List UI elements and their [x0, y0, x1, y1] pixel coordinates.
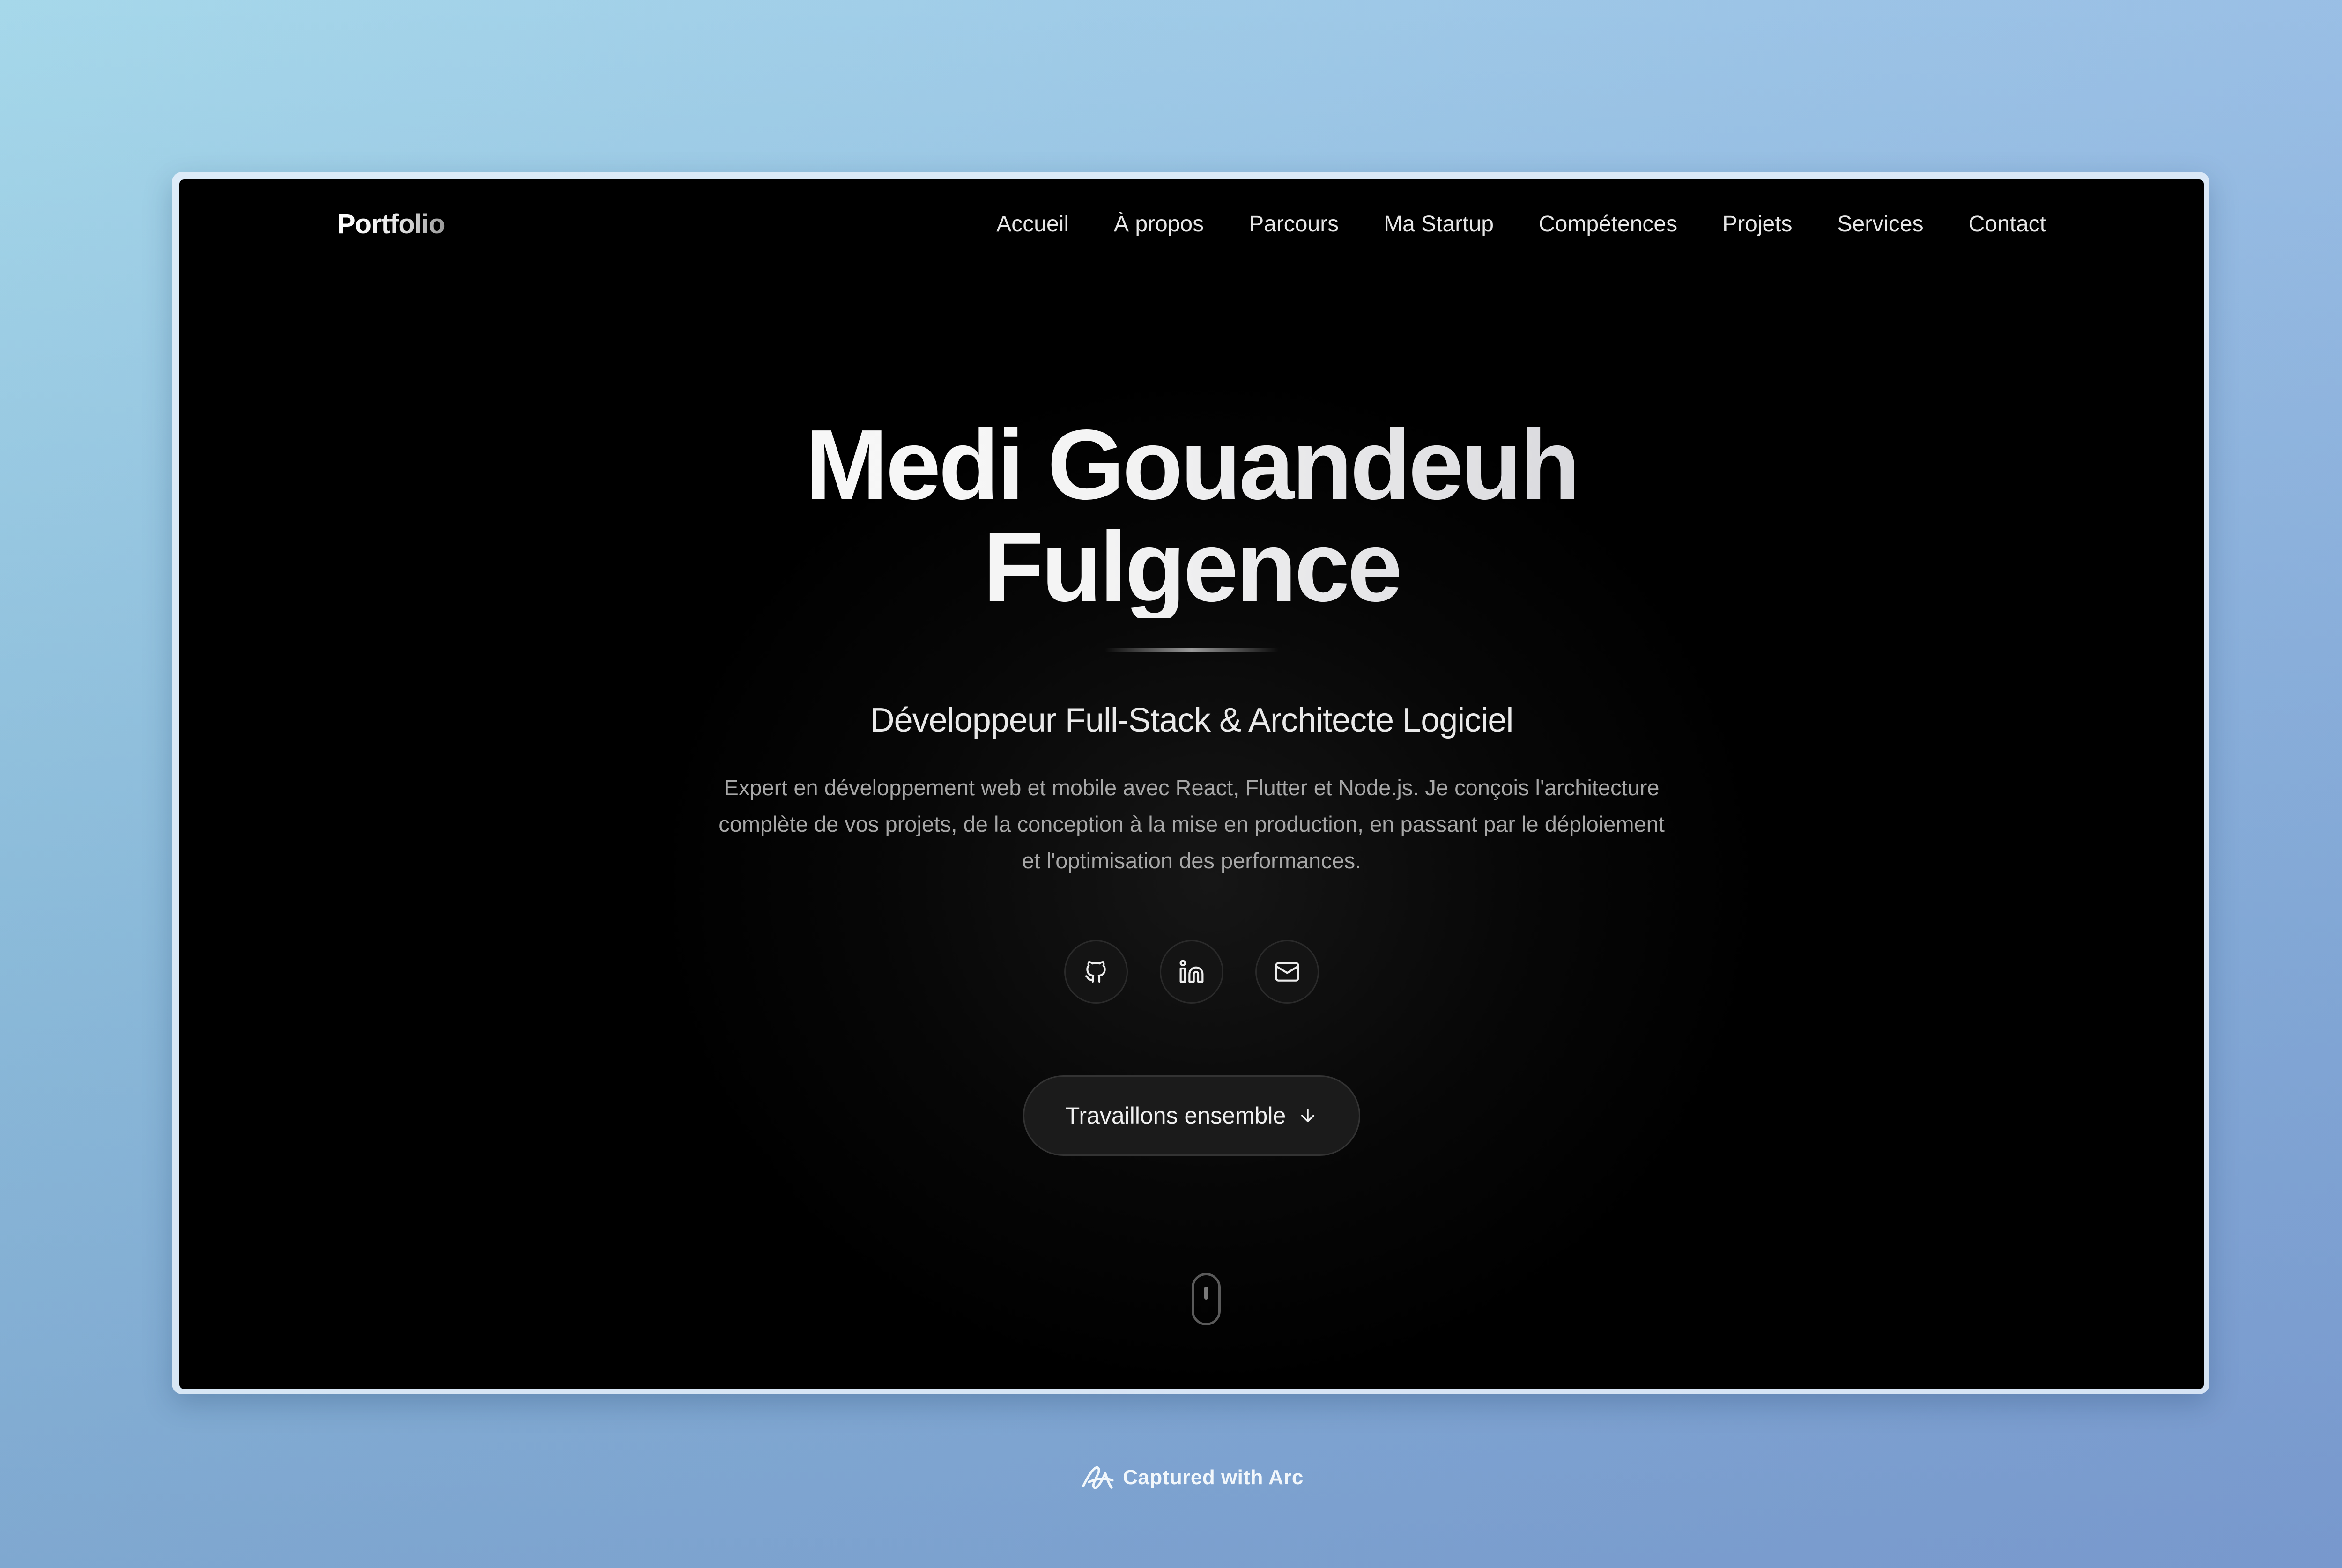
hero-description: Expert en développement web et mobile av…	[719, 775, 1665, 873]
linkedin-icon	[1179, 960, 1204, 983]
arrow-down-icon	[1298, 1106, 1318, 1125]
nav-links: Accueil À propos Parcours Ma Startup Com…	[951, 211, 2046, 237]
mail-icon	[1275, 962, 1299, 982]
hero-title-line-2: Fulgence	[179, 516, 2204, 618]
email-button[interactable]	[1255, 940, 1319, 1004]
browser-viewport: Portfolio Accueil À propos Parcours Ma S…	[179, 179, 2204, 1389]
arc-capture-caption: Captured with Arc	[0, 1462, 2342, 1493]
hero-title-line-1: Medi Gouandeuh	[179, 414, 2204, 516]
hero-title: Medi Gouandeuh Fulgence	[179, 414, 2204, 618]
linkedin-button[interactable]	[1160, 940, 1223, 1004]
arc-caption-text: Captured with Arc	[1123, 1466, 1304, 1489]
brand-logo[interactable]: Portfolio	[337, 208, 445, 240]
nav-link-contact[interactable]: Contact	[1969, 211, 2046, 237]
title-divider	[1104, 648, 1279, 652]
work-together-button[interactable]: Travaillons ensemble	[1023, 1075, 1360, 1156]
social-links	[179, 940, 2204, 1004]
nav-link-a-propos[interactable]: À propos	[1114, 211, 1204, 237]
github-button[interactable]	[1064, 940, 1128, 1004]
nav-link-parcours[interactable]: Parcours	[1249, 211, 1339, 237]
scroll-wheel	[1204, 1287, 1208, 1300]
nav-link-projets[interactable]: Projets	[1722, 211, 1792, 237]
work-together-label: Travaillons ensemble	[1065, 1102, 1286, 1129]
nav-link-services[interactable]: Services	[1838, 211, 1924, 237]
arc-logo-icon	[1082, 1466, 1114, 1489]
mouse-scroll-icon[interactable]	[1192, 1273, 1221, 1325]
top-navigation: Portfolio Accueil À propos Parcours Ma S…	[179, 179, 2204, 268]
nav-link-accueil[interactable]: Accueil	[996, 211, 1069, 237]
hero-subtitle: Développeur Full-Stack & Architecte Logi…	[870, 702, 1514, 739]
nav-link-ma-startup[interactable]: Ma Startup	[1384, 211, 1494, 237]
nav-link-competences[interactable]: Compétences	[1539, 211, 1677, 237]
github-icon	[1085, 961, 1106, 983]
